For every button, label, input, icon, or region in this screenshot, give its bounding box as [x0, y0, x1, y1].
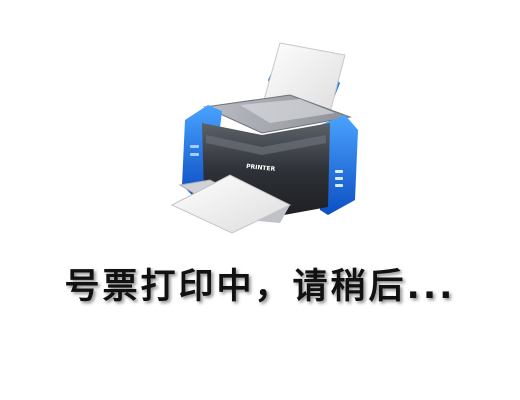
printing-screen: PRINTER 号票打印中，请稍后... — [0, 0, 520, 400]
printing-status-message: 号票打印中，请稍后... — [64, 267, 456, 307]
printer-icon: PRINTER — [170, 42, 358, 234]
